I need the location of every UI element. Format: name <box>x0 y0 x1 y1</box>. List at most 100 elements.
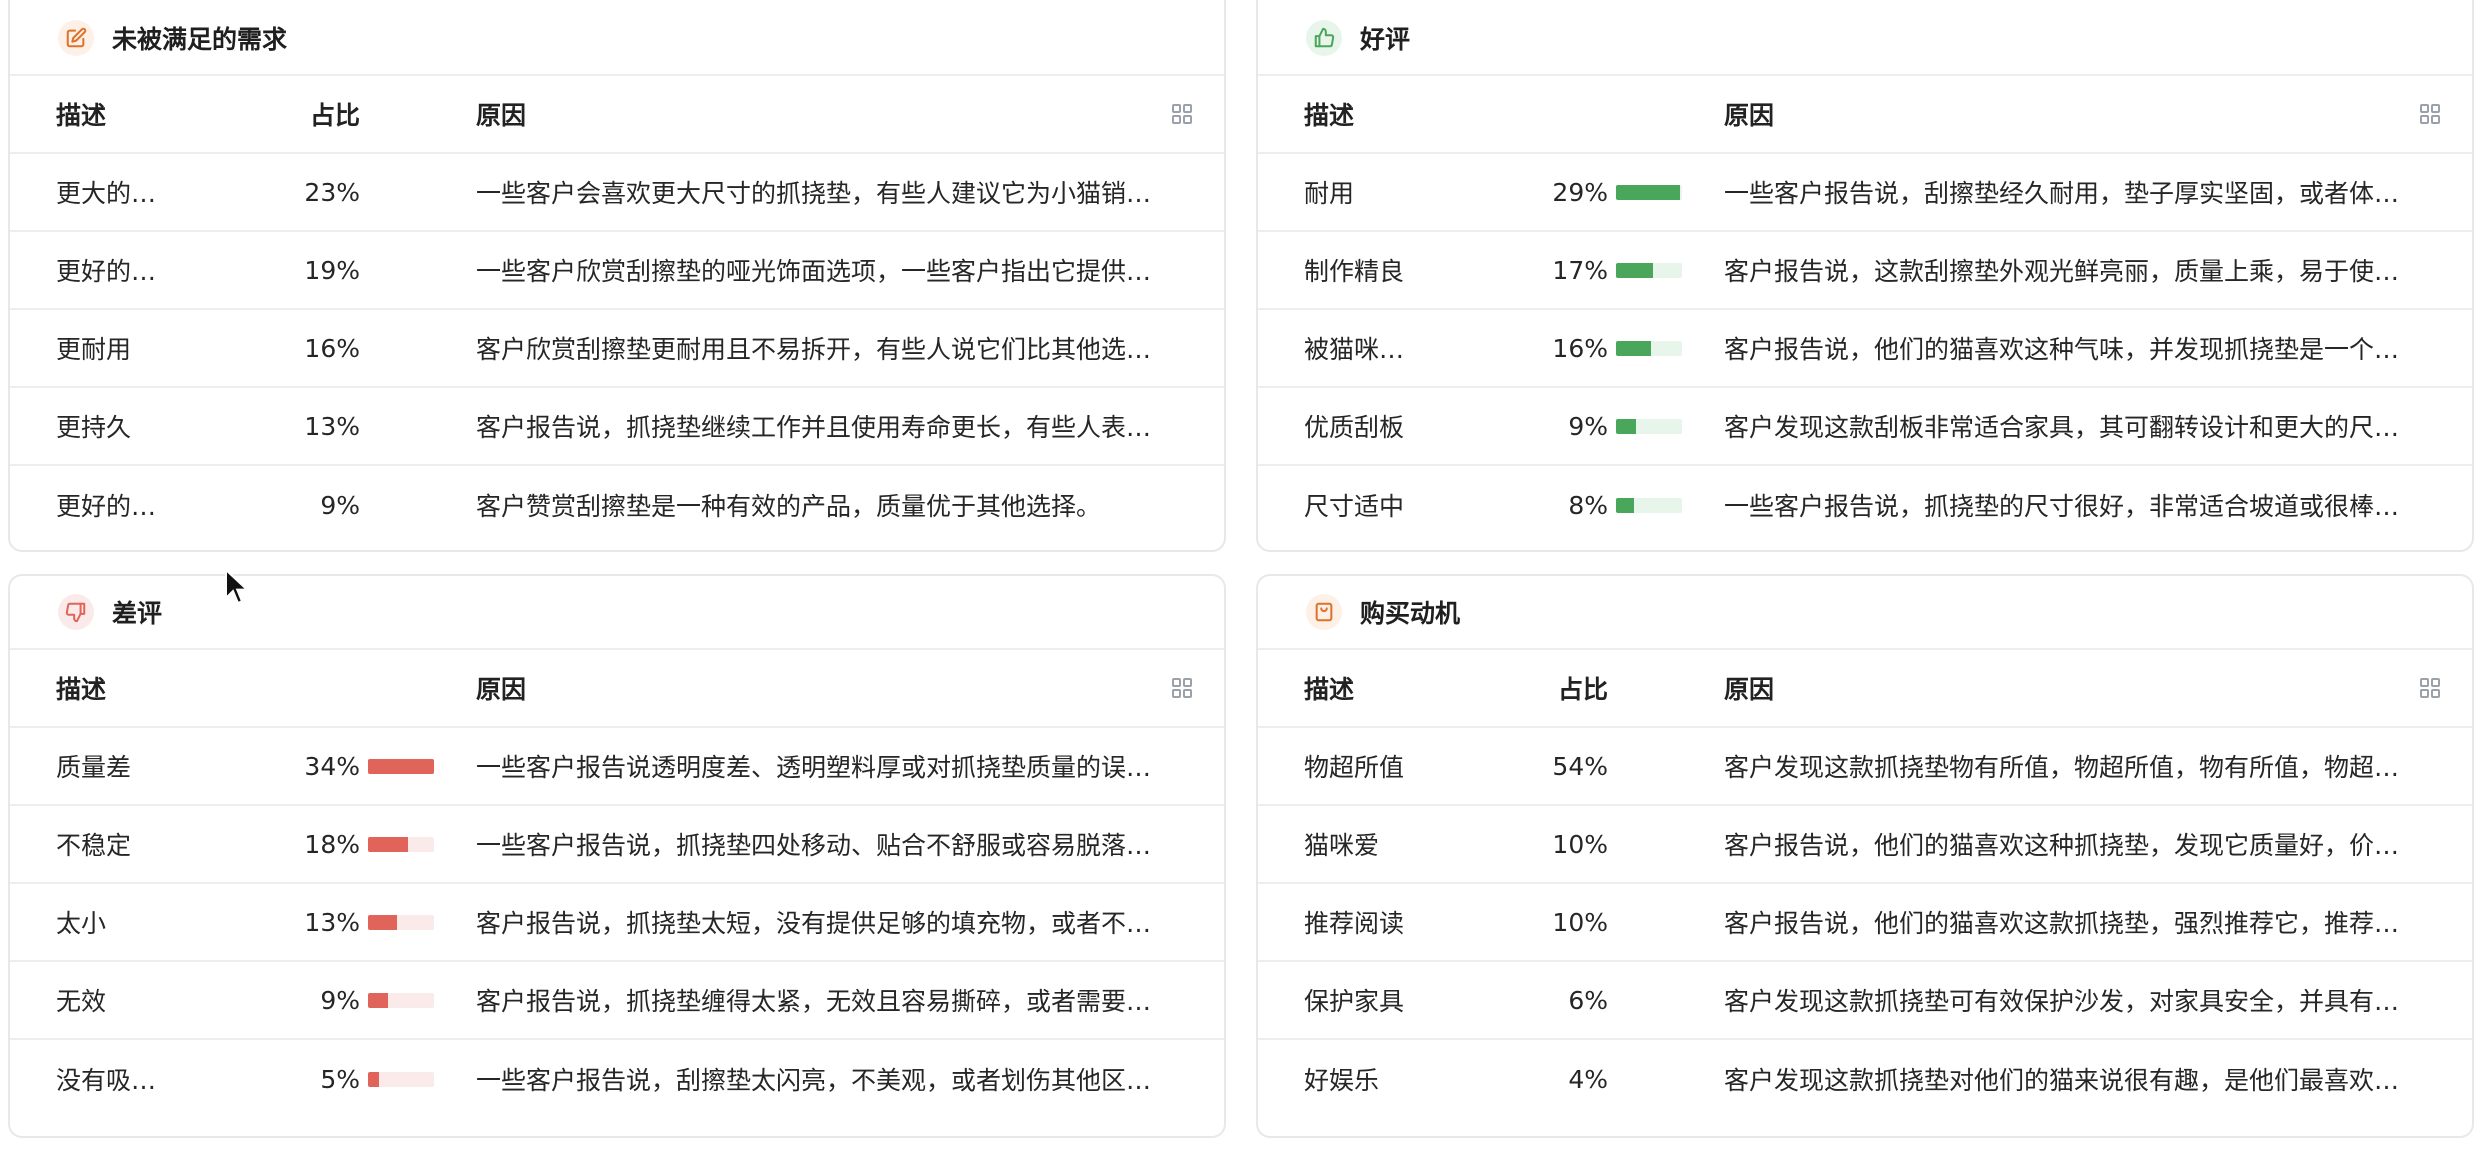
card-title: 差评 <box>112 599 163 628</box>
table-header: 描述 原因 <box>1258 76 2472 154</box>
purchase-motive-card: 购买动机 描述 占比 原因 物超所值 54% 客户发现这款抓挠垫物有所值，物超所值，… <box>1256 574 2474 1138</box>
row-share: 13% <box>304 411 360 441</box>
card-header: 差评 <box>10 576 1224 650</box>
header-reason: 原因 <box>1724 675 1775 704</box>
share-bar <box>368 1071 434 1087</box>
row-desc: 推荐阅读 <box>1304 909 1405 938</box>
row-reason: 一些客户报告说，抓挠垫的尺寸很好，非常适合坡道或很棒… <box>1724 492 2400 521</box>
row-desc: 猫咪爱 <box>1304 831 1380 860</box>
header-desc: 描述 <box>56 675 107 704</box>
row-desc: 物超所值 <box>1304 753 1405 782</box>
table-row[interactable]: 更持久 13% 客户报告说，抓挠垫继续工作并且使用寿命更长，有些人表… <box>10 388 1224 466</box>
header-reason: 原因 <box>1724 101 1775 130</box>
row-reason: 客户报告说，他们的猫喜欢这款抓挠垫，强烈推荐它，推荐… <box>1724 909 2400 938</box>
table-row[interactable]: 尺寸适中 8% 一些客户报告说，抓挠垫的尺寸很好，非常适合坡道或很棒… <box>1258 466 2472 544</box>
row-reason: 客户报告说，他们的猫喜欢这种抓挠垫，发现它质量好，价… <box>1724 831 2400 860</box>
row-share: 10% <box>1552 907 1608 937</box>
card-title: 购买动机 <box>1360 599 1461 628</box>
row-desc: 更持久 <box>56 413 132 442</box>
table-row[interactable]: 优质刮板 9% 客户发现这款刮板非常适合家具，其可翻转设计和更大的尺… <box>1258 388 2472 466</box>
row-desc: 好娱乐 <box>1304 1066 1380 1095</box>
header-share: 占比 <box>310 101 361 130</box>
edit-icon <box>58 20 94 56</box>
grid-view-icon[interactable] <box>1170 102 1194 126</box>
card-title: 未被满足的需求 <box>112 25 288 54</box>
row-reason: 客户报告说，抓挠垫继续工作并且使用寿命更长，有些人表… <box>476 413 1152 442</box>
table-row[interactable]: 物超所值 54% 客户发现这款抓挠垫物有所值，物超所值，物有所值，物超… <box>1258 728 2472 806</box>
grid-view-icon[interactable] <box>2418 676 2442 700</box>
row-reason: 客户报告说，抓挠垫太短，没有提供足够的填充物，或者不… <box>476 909 1152 938</box>
row-reason: 一些客户报告说，刮擦垫经久耐用，垫子厚实坚固，或者体… <box>1724 179 2400 208</box>
row-desc: 无效 <box>56 987 107 1016</box>
table-row[interactable]: 更大的… 23% 一些客户会喜欢更大尺寸的抓挠垫，有些人建议它为小猫销… <box>10 154 1224 232</box>
row-desc: 优质刮板 <box>1304 413 1405 442</box>
mouse-cursor-icon <box>225 568 250 605</box>
row-desc: 耐用 <box>1304 179 1355 208</box>
row-desc: 质量差 <box>56 753 132 782</box>
table-row[interactable]: 猫咪爱 10% 客户报告说，他们的猫喜欢这种抓挠垫，发现它质量好，价… <box>1258 806 2472 884</box>
bad-reviews-card: 差评 描述 原因 质量差 34% 一些客户报告说透明度差、透明塑料厚或对抓挠垫质量的… <box>8 574 1226 1138</box>
unmet-needs-card: 未被满足的需求 描述 占比 原因 更大的… 23% 一些客户会喜欢更大尺寸的抓挠垫，… <box>8 0 1226 552</box>
share-bar <box>1616 497 1682 513</box>
row-desc: 太小 <box>56 909 107 938</box>
table-row[interactable]: 无效 9% 客户报告说，抓挠垫缠得太紧，无效且容易撕碎，或者需要… <box>10 962 1224 1040</box>
card-header: 未被满足的需求 <box>10 0 1224 76</box>
row-share: 10% <box>1552 829 1608 859</box>
table-header: 描述 原因 <box>10 650 1224 728</box>
card-header: 好评 <box>1258 0 2472 76</box>
header-share: 占比 <box>1558 675 1609 704</box>
table-row[interactable]: 太小 13% 客户报告说，抓挠垫太短，没有提供足够的填充物，或者不… <box>10 884 1224 962</box>
row-desc: 尺寸适中 <box>1304 492 1405 521</box>
table-row[interactable]: 推荐阅读 10% 客户报告说，他们的猫喜欢这款抓挠垫，强烈推荐它，推荐… <box>1258 884 2472 962</box>
table-header: 描述 占比 原因 <box>10 76 1224 154</box>
row-share: 16% <box>1552 333 1608 363</box>
header-desc: 描述 <box>1304 675 1355 704</box>
table-row[interactable]: 好娱乐 4% 客户发现这款抓挠垫对他们的猫来说很有趣，是他们最喜欢… <box>1258 1040 2472 1118</box>
row-desc: 被猫咪… <box>1304 335 1405 364</box>
card-header: 购买动机 <box>1258 576 2472 650</box>
share-bar <box>1616 340 1682 356</box>
header-desc: 描述 <box>56 101 107 130</box>
row-reason: 一些客户报告说，刮擦垫太闪亮，不美观，或者划伤其他区… <box>476 1066 1152 1095</box>
row-desc: 不稳定 <box>56 831 132 860</box>
row-reason: 客户欣赏刮擦垫更耐用且不易拆开，有些人说它们比其他选… <box>476 335 1152 364</box>
row-reason: 一些客户欣赏刮擦垫的哑光饰面选项，一些客户指出它提供… <box>476 257 1152 286</box>
table-row[interactable]: 没有吸… 5% 一些客户报告说，刮擦垫太闪亮，不美观，或者划伤其他区… <box>10 1040 1224 1118</box>
table-row[interactable]: 保护家具 6% 客户发现这款抓挠垫可有效保护沙发，对家具安全，并具有… <box>1258 962 2472 1040</box>
row-share: 9% <box>1568 411 1608 441</box>
row-share: 9% <box>320 490 360 520</box>
row-share: 4% <box>1568 1064 1608 1094</box>
row-desc: 更好的… <box>56 492 157 521</box>
card-title: 好评 <box>1360 25 1411 54</box>
table-row[interactable]: 更好的… 19% 一些客户欣赏刮擦垫的哑光饰面选项，一些客户指出它提供… <box>10 232 1224 310</box>
row-desc: 制作精良 <box>1304 257 1405 286</box>
row-share: 23% <box>304 177 360 207</box>
share-bar <box>368 914 434 930</box>
grid-view-icon[interactable] <box>2418 102 2442 126</box>
share-bar <box>368 758 434 774</box>
row-reason: 客户发现这款抓挠垫对他们的猫来说很有趣，是他们最喜欢… <box>1724 1066 2400 1095</box>
table-row[interactable]: 更耐用 16% 客户欣赏刮擦垫更耐用且不易拆开，有些人说它们比其他选… <box>10 310 1224 388</box>
row-share: 8% <box>1568 490 1608 520</box>
share-bar <box>1616 262 1682 278</box>
table-row[interactable]: 质量差 34% 一些客户报告说透明度差、透明塑料厚或对抓挠垫质量的误… <box>10 728 1224 806</box>
row-share: 6% <box>1568 985 1608 1015</box>
header-reason: 原因 <box>476 675 527 704</box>
row-share: 9% <box>320 985 360 1015</box>
row-reason: 客户报告说，抓挠垫缠得太紧，无效且容易撕碎，或者需要… <box>476 987 1152 1016</box>
table-row[interactable]: 耐用 29% 一些客户报告说，刮擦垫经久耐用，垫子厚实坚固，或者体… <box>1258 154 2472 232</box>
row-share: 34% <box>304 751 360 781</box>
row-desc: 没有吸… <box>56 1066 157 1095</box>
table-row[interactable]: 不稳定 18% 一些客户报告说，抓挠垫四处移动、贴合不舒服或容易脱落… <box>10 806 1224 884</box>
table-row[interactable]: 制作精良 17% 客户报告说，这款刮擦垫外观光鲜亮丽，质量上乘，易于使… <box>1258 232 2472 310</box>
grid-view-icon[interactable] <box>1170 676 1194 700</box>
row-share: 13% <box>304 907 360 937</box>
row-reason: 客户报告说，他们的猫喜欢这种气味，并发现抓挠垫是一个… <box>1724 335 2400 364</box>
table-header: 描述 占比 原因 <box>1258 650 2472 728</box>
table-row[interactable]: 更好的… 9% 客户赞赏刮擦垫是一种有效的产品，质量优于其他选择。 <box>10 466 1224 544</box>
row-share: 29% <box>1552 177 1608 207</box>
header-desc: 描述 <box>1304 101 1355 130</box>
thumbs-up-icon <box>1306 20 1342 56</box>
row-reason: 客户报告说，这款刮擦垫外观光鲜亮丽，质量上乘，易于使… <box>1724 257 2400 286</box>
table-row[interactable]: 被猫咪… 16% 客户报告说，他们的猫喜欢这种气味，并发现抓挠垫是一个… <box>1258 310 2472 388</box>
